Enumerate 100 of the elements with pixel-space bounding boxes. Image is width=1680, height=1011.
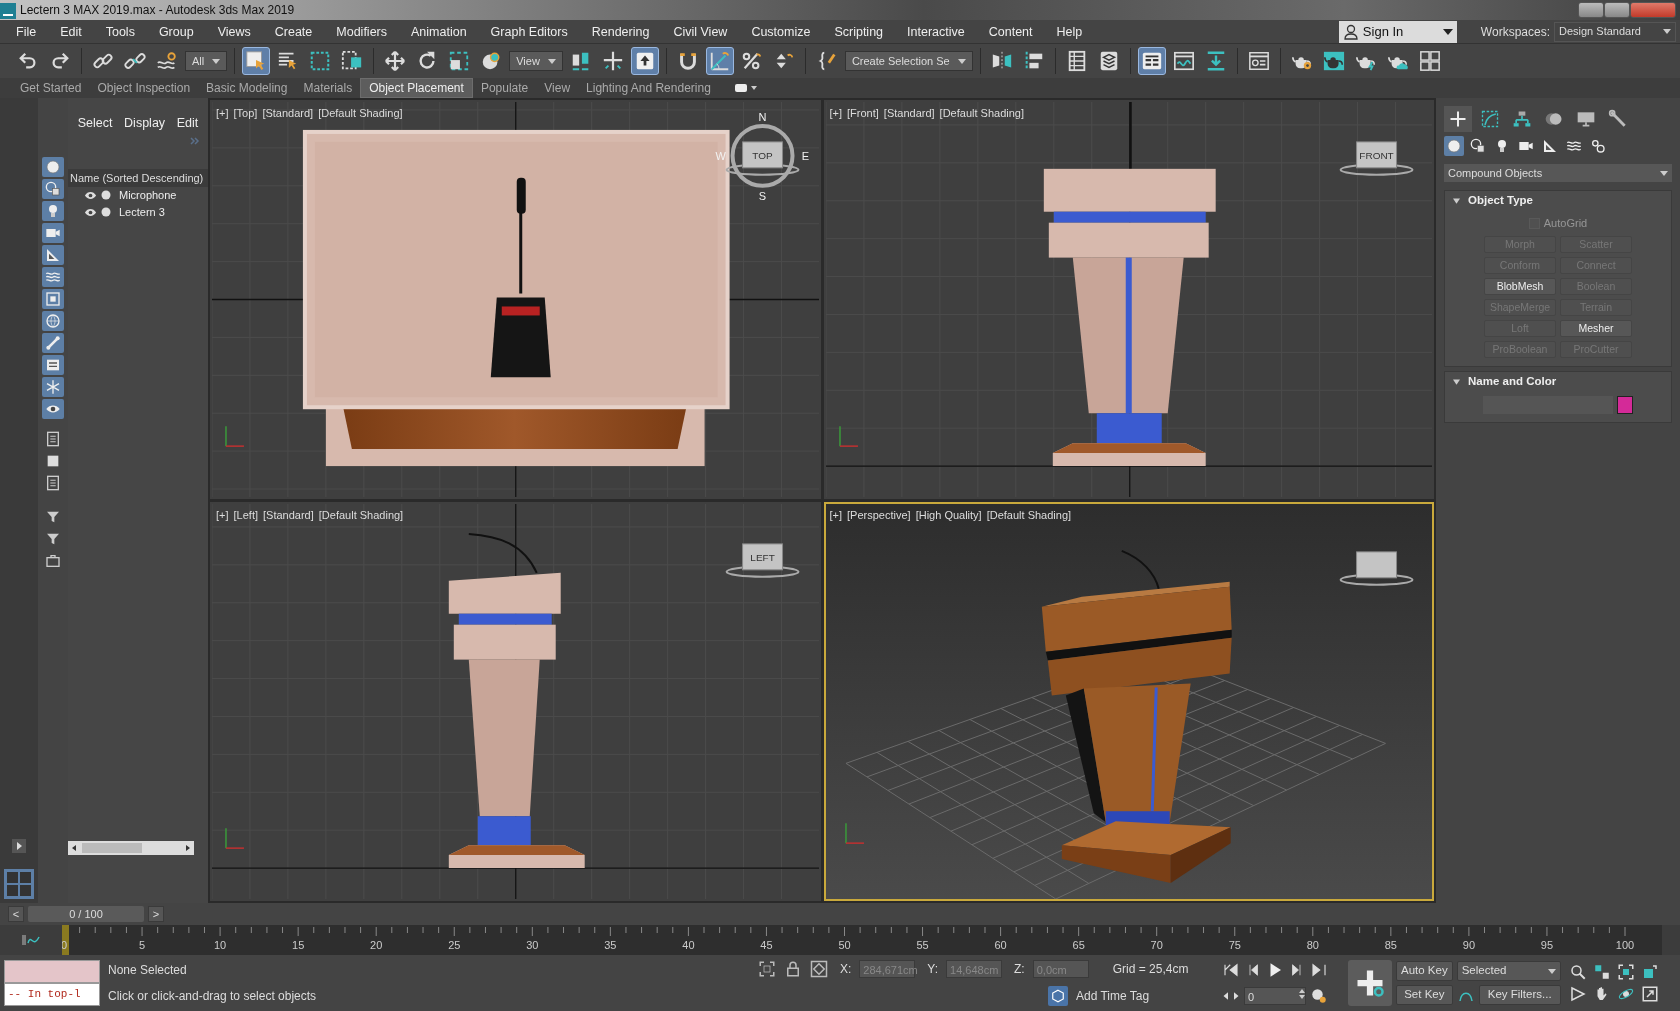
ribbon-tab[interactable]: Lighting And Rendering [578,79,719,97]
coordinate-label: X: [840,961,852,978]
viewport-menu-label[interactable]: [Standard] [262,105,314,122]
frame-number: 15 [292,939,305,951]
grid-size: Grid = 25,4cm [1112,961,1189,978]
compass-label[interactable]: E [801,149,810,162]
frame-number: 45 [760,939,773,951]
viewport[interactable]: LEFT [+] [Left] [Standard] [Default Shading] [210,502,821,901]
toolbar-dropdown[interactable]: All [185,51,228,71]
frame-number: 75 [1228,939,1241,951]
menu-item[interactable]: Group [146,19,206,44]
frame-number: 90 [1462,939,1476,951]
menu-item[interactable]: Graph Editors [478,19,580,44]
selection-status: None Selected [108,962,188,979]
coordinate-label: Y: [927,961,939,978]
object-type-button[interactable]: Mesher [1560,319,1632,337]
menu-item[interactable]: Animation [399,19,479,44]
frame-number: 5 [139,939,146,951]
viewport-menu-label[interactable]: [Default Shading] [318,507,404,524]
viewport-menu-label[interactable]: [Default Shading] [318,105,403,122]
frame-number: 65 [1072,939,1085,951]
frame-number: 55 [916,939,929,951]
frame-number: 20 [370,939,383,951]
viewport-menu-label[interactable]: [Perspective] [847,507,911,524]
menu-item[interactable]: Edit [48,19,94,44]
ribbon-tab[interactable]: Object Placement [360,78,473,98]
viewport-menu-label[interactable]: [+] [829,507,843,524]
listener-output[interactable]: -- In top-l [4,983,100,1006]
viewport[interactable]: FRONT [+] [Front] [Standard] [Default Shading] [823,100,1434,499]
menu-item[interactable]: Content [976,19,1045,44]
prompt-hint: Click or click-and-drag to select objects [108,988,318,1005]
ribbon-tab[interactable]: Populate [472,79,537,97]
viewport-menu-label[interactable]: [+] [829,105,843,122]
viewport-menu-label[interactable]: [Left] [233,507,258,524]
viewport-menu-label[interactable]: [High Quality] [915,507,982,524]
viewport-menu-label[interactable]: [+] [216,105,229,122]
frame-number: 35 [604,939,617,951]
ribbon-tab[interactable]: Get Started [12,79,90,97]
explorer-menu[interactable]: Edit [176,114,199,133]
scene-object-row[interactable]: Microphone [68,186,208,204]
menu-item[interactable]: Tools [93,19,147,44]
menu-item[interactable]: Civil View [661,19,740,44]
viewport[interactable]: [+] [Perspective] [High Quality] [Default Shading] [823,502,1434,901]
toolbar-dropdown[interactable]: Create Selection Se [844,51,973,71]
current-frame-spinner[interactable]: 0 [1244,987,1306,1005]
ribbon-tab[interactable]: Materials [295,79,361,97]
set-key-button[interactable]: Set Key [1396,985,1453,1005]
compass-label[interactable]: S [758,189,767,202]
next-frame-button[interactable]: > [148,906,164,922]
frame-number: 0 [62,939,68,951]
frame-number: 25 [448,939,461,951]
menu-item[interactable]: File [4,19,49,44]
frame-number: 40 [682,939,695,951]
compass-label[interactable]: N [758,110,767,123]
column-header[interactable]: Name (Sorted Descending) [68,168,208,187]
frame-number: 60 [994,939,1007,951]
menu-item[interactable]: Interactive [895,19,977,44]
menu-item[interactable]: Create [262,19,325,44]
viewport-menu-label[interactable]: [+] [216,507,229,524]
scene-object-row[interactable]: Lectern 3 [68,203,208,221]
frame-number: 30 [526,939,539,951]
frame-number: 70 [1150,939,1163,951]
menu-item[interactable]: Help [1044,19,1095,44]
frame-number: 95 [1540,939,1554,951]
workspaces-dropdown[interactable]: Design Standard [1554,21,1676,42]
toolbar-dropdown[interactable]: View [509,51,563,71]
rollout-header[interactable]: Object Type [1445,191,1671,211]
previous-frame-button[interactable]: < [8,906,24,922]
ribbon-tab[interactable]: Object Inspection [89,79,199,97]
viewport-menu-label[interactable]: [Default Shading] [939,105,1024,122]
viewport-menu-label[interactable]: [Top] [233,105,258,122]
explorer-menu[interactable]: Select [77,114,113,133]
timeline-ruler[interactable]: 0 5 10 15 20 25 30 35 40 45 50 55 60 65 70 75 80 85 90 95 100 [62,925,1662,955]
sign-in-dropdown[interactable]: Sign In [1338,20,1457,43]
ribbon-tab[interactable]: View [536,79,579,97]
key-filters-button[interactable]: Key Filters... [1478,985,1561,1005]
viewport[interactable]: N W TOP E S [+] [Top] [Standard] [Default Shading] [210,100,821,499]
menu-item[interactable]: Rendering [579,19,662,44]
menu-item[interactable]: Scripting [822,19,896,44]
viewport-menu-label[interactable]: [Standard] [263,507,314,524]
viewport-menu-label[interactable]: [Front] [847,105,879,122]
workspaces-label: Workspaces: [1480,23,1550,41]
coordinate-label: Z: [1014,961,1025,978]
frame-number: 100 [1615,939,1635,951]
window-title: Lectern 3 MAX 2019.max - Autodesk 3ds Max 2019 [20,2,296,19]
viewport-menu-label[interactable]: [Standard] [883,105,935,122]
frame-number: 80 [1306,939,1319,951]
menu-item[interactable]: Modifiers [324,19,399,44]
viewport-menu-label[interactable]: [Default Shading] [986,507,1072,524]
key-set-dropdown[interactable]: Selected [1456,961,1561,981]
time-slider-thumb[interactable]: 0 / 100 [28,906,144,922]
ribbon-tab[interactable]: Basic Modeling [198,79,296,97]
explorer-menu[interactable]: Display [124,114,166,133]
frame-number: 10 [214,939,227,951]
menu-item[interactable]: Views [205,19,263,44]
menu-item[interactable]: Customize [739,19,823,44]
auto-key-button[interactable]: Auto Key [1396,961,1453,981]
time-tag-label: Add Time Tag [1076,988,1150,1005]
object-category-dropdown[interactable]: Compound Objects [1444,164,1672,182]
object-type-button[interactable]: BlobMesh [1484,277,1556,295]
